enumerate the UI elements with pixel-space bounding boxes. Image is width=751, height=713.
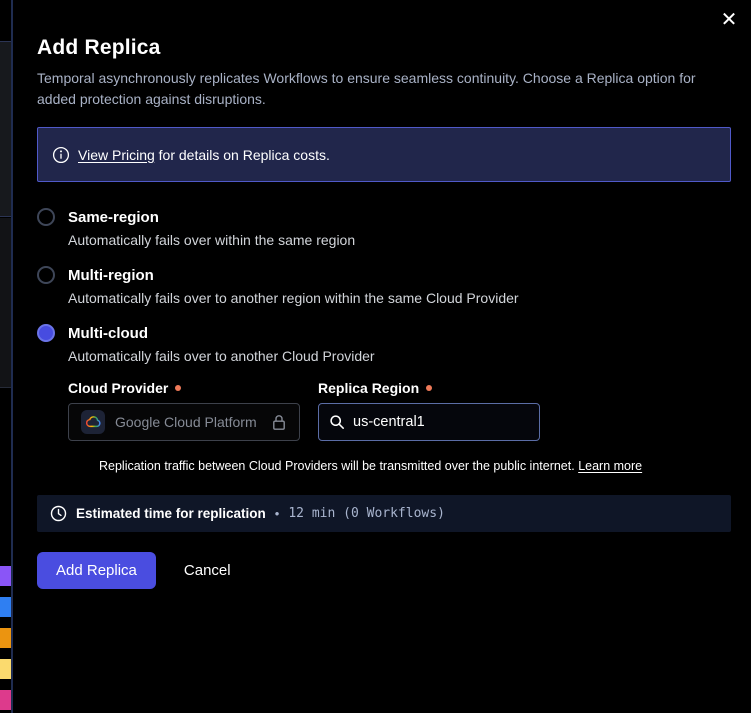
radio-multi-cloud[interactable]: Multi-cloud bbox=[37, 324, 731, 342]
required-dot-icon bbox=[175, 385, 181, 391]
option-multi-region: Multi-region Automatically fails over to… bbox=[37, 266, 731, 306]
background-panel bbox=[0, 218, 11, 388]
close-icon[interactable]: ✕ bbox=[717, 8, 741, 32]
required-dot-icon bbox=[426, 385, 432, 391]
radio-multi-region[interactable]: Multi-region bbox=[37, 266, 731, 284]
learn-more-link[interactable]: Learn more bbox=[578, 459, 642, 473]
option-multi-cloud: Multi-cloud Automatically fails over to … bbox=[37, 324, 731, 473]
clock-icon bbox=[50, 505, 67, 522]
option-description: Automatically fails over to another regi… bbox=[68, 290, 731, 306]
option-label: Multi-cloud bbox=[68, 325, 148, 342]
add-replica-modal: ✕ Add Replica Temporal asynchronously re… bbox=[13, 0, 751, 713]
modal-description: Temporal asynchronously replicates Workf… bbox=[37, 68, 725, 110]
modal-actions: Add Replica Cancel bbox=[37, 552, 731, 589]
view-pricing-link[interactable]: View Pricing bbox=[78, 147, 155, 163]
cloud-provider-field: Google Cloud Platform bbox=[68, 403, 300, 441]
radio-unselected-icon[interactable] bbox=[37, 266, 55, 284]
row-color-chip bbox=[0, 628, 11, 648]
replica-options-group: Same-region Automatically fails over wit… bbox=[37, 208, 731, 473]
estimate-label: Estimated time for replication bbox=[76, 506, 266, 521]
info-icon bbox=[52, 146, 70, 164]
background-page-strip bbox=[0, 0, 13, 713]
estimate-value: 12 min (0 Workflows) bbox=[288, 506, 445, 521]
estimate-separator: • bbox=[275, 506, 280, 521]
option-label: Multi-region bbox=[68, 267, 154, 284]
page-title: Add Replica bbox=[37, 36, 731, 60]
pricing-info-banner: View Pricing for details on Replica cost… bbox=[37, 127, 731, 182]
radio-same-region[interactable]: Same-region bbox=[37, 208, 731, 226]
replica-region-field[interactable] bbox=[318, 403, 540, 441]
option-description: Automatically fails over within the same… bbox=[68, 232, 731, 248]
background-panel bbox=[0, 41, 11, 217]
cancel-button[interactable]: Cancel bbox=[184, 562, 231, 579]
pricing-banner-text: View Pricing for details on Replica cost… bbox=[78, 147, 330, 163]
cloud-provider-label: Cloud Provider bbox=[68, 380, 318, 396]
estimate-banner: Estimated time for replication • 12 min … bbox=[37, 495, 731, 532]
multi-cloud-form: Cloud Provider Replica Region bbox=[68, 380, 731, 473]
option-same-region: Same-region Automatically fails over wit… bbox=[37, 208, 731, 248]
option-description: Automatically fails over to another Clou… bbox=[68, 348, 731, 364]
traffic-note: Replication traffic between Cloud Provid… bbox=[99, 459, 731, 473]
gcp-logo-icon bbox=[81, 410, 105, 434]
row-color-chip bbox=[0, 659, 11, 679]
add-replica-button[interactable]: Add Replica bbox=[37, 552, 156, 589]
radio-selected-icon[interactable] bbox=[37, 324, 55, 342]
row-color-chip bbox=[0, 566, 11, 586]
replica-region-input[interactable] bbox=[353, 414, 513, 430]
cloud-provider-value: Google Cloud Platform bbox=[115, 414, 257, 430]
option-label: Same-region bbox=[68, 209, 159, 226]
row-color-chip bbox=[0, 597, 11, 617]
lock-icon bbox=[271, 414, 287, 431]
replica-region-label: Replica Region bbox=[318, 380, 432, 396]
search-icon bbox=[329, 414, 345, 430]
row-color-chip bbox=[0, 690, 11, 710]
radio-unselected-icon[interactable] bbox=[37, 208, 55, 226]
